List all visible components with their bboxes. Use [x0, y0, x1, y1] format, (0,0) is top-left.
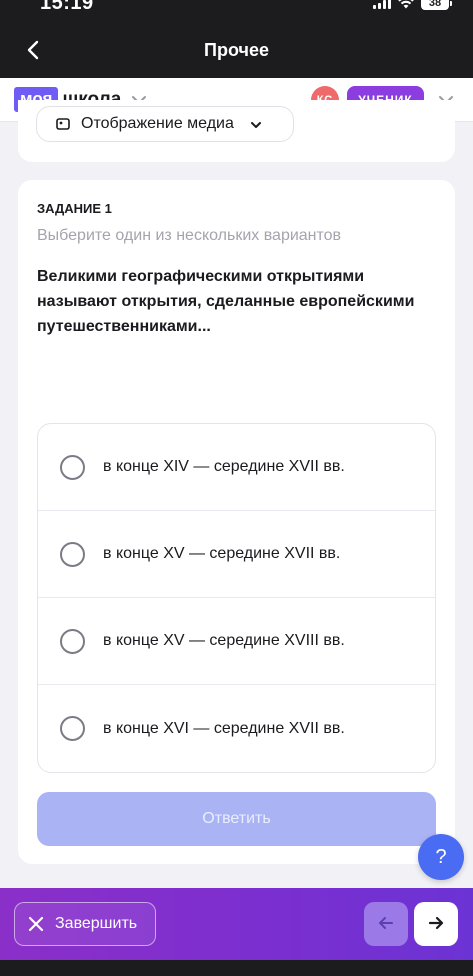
answer-option-label: в конце XV — середине XVII вв. [103, 545, 341, 562]
radio-button[interactable] [60, 628, 85, 654]
media-toggle-button[interactable]: Отображение медиа [36, 106, 294, 142]
answer-button[interactable]: Ответить [37, 792, 436, 846]
arrow-left-icon [377, 914, 395, 935]
task-instruction: Выберите один из нескольких вариантов [37, 227, 342, 244]
status-icons: 38 [373, 0, 452, 10]
next-button[interactable] [414, 902, 458, 946]
finish-button-label: Завершить [55, 915, 138, 932]
answer-option[interactable]: в конце XV — середине XVIII вв. [38, 598, 435, 685]
answer-option[interactable]: в конце XV — середине XVII вв. [38, 511, 435, 598]
answer-option-label: в конце XVI — середине XVII вв. [103, 719, 345, 737]
task-label: ЗАДАНИЕ 1 [37, 201, 112, 216]
status-bar: 15:19 38 [0, 0, 473, 22]
media-toggle-label: Отображение медиа [81, 115, 234, 132]
bottom-bar: Завершить [0, 888, 473, 960]
close-icon [27, 915, 45, 933]
answer-option[interactable]: в конце XVI — середине XVII вв. [38, 685, 435, 772]
answer-option-label: в конце XIV — середине XVII вв. [103, 458, 345, 475]
help-button[interactable]: ? [418, 834, 464, 880]
wifi-icon [398, 0, 414, 9]
finish-button[interactable]: Завершить [14, 902, 156, 946]
battery-icon: 38 [421, 0, 452, 10]
home-indicator-area [0, 960, 473, 976]
signal-icon [373, 0, 391, 9]
nav-title: Прочее [204, 40, 269, 60]
answer-option[interactable]: в конце XIV — середине XVII вв. [38, 424, 435, 511]
status-time: 15:19 [40, 0, 94, 14]
media-card: Отображение медиа [18, 100, 455, 162]
previous-button[interactable] [364, 902, 408, 946]
task-question: Великими географическими открытиями назы… [37, 268, 415, 335]
arrow-right-icon [427, 914, 445, 935]
answer-options: в конце XIV — середине XVII вв. в конце … [37, 423, 436, 773]
task-card: ЗАДАНИЕ 1 Выберите один из нескольких ва… [18, 180, 455, 864]
media-icon [55, 116, 71, 132]
radio-button[interactable] [60, 454, 85, 480]
caret-down-icon [250, 118, 262, 130]
nav-bar: Прочее [0, 22, 473, 78]
radio-button[interactable] [60, 716, 85, 741]
radio-button[interactable] [60, 541, 85, 567]
answer-option-label: в конце XV — середине XVIII вв. [103, 632, 345, 649]
